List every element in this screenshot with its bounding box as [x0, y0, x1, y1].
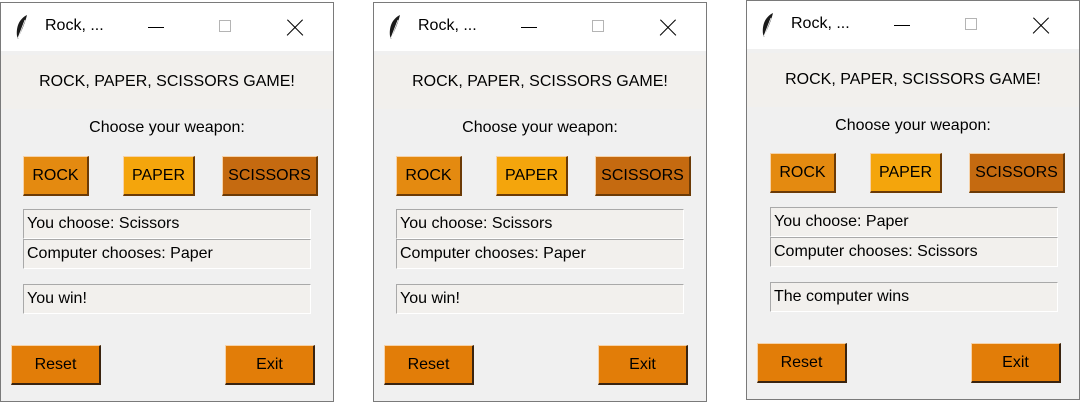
window-title: Rock, ...: [418, 17, 477, 34]
maximize-icon[interactable]: [562, 3, 632, 51]
window-title: Rock, ...: [791, 15, 850, 32]
minimize-icon[interactable]: [119, 3, 189, 51]
paper-button[interactable]: PAPER: [496, 156, 568, 196]
title-bar[interactable]: Rock, ...: [374, 3, 706, 51]
rock-button[interactable]: ROCK: [396, 156, 462, 196]
title-bar[interactable]: Rock, ...: [747, 1, 1079, 49]
close-icon[interactable]: [1007, 1, 1077, 49]
player-choice-field: You choose: Scissors: [396, 209, 684, 239]
result-field: The computer wins: [770, 282, 1058, 312]
weapon-prompt: Choose your weapon:: [835, 117, 991, 134]
heading-panel: ROCK, PAPER, SCISSORS GAME!: [374, 55, 706, 109]
game-heading: ROCK, PAPER, SCISSORS GAME!: [412, 73, 668, 90]
feather-icon: [16, 15, 27, 39]
scissors-button[interactable]: SCISSORS: [222, 156, 318, 196]
reset-button[interactable]: Reset: [384, 345, 474, 385]
game-heading: ROCK, PAPER, SCISSORS GAME!: [785, 71, 1041, 88]
scissors-button[interactable]: SCISSORS: [595, 156, 691, 196]
minimize-icon[interactable]: [492, 3, 562, 51]
maximize-icon[interactable]: [189, 3, 259, 51]
weapon-prompt: Choose your weapon:: [89, 119, 245, 136]
game-window-3: Rock, ... ROCK, PAPER, SCISSORS GAME! Ch…: [746, 0, 1080, 400]
weapon-prompt: Choose your weapon:: [462, 119, 618, 136]
exit-button[interactable]: Exit: [971, 343, 1061, 383]
close-icon[interactable]: [261, 3, 331, 51]
heading-panel: ROCK, PAPER, SCISSORS GAME!: [747, 53, 1079, 107]
scissors-button[interactable]: SCISSORS: [969, 153, 1065, 193]
feather-icon: [762, 13, 773, 37]
computer-choice-field: Computer chooses: Paper: [23, 239, 311, 269]
game-window-1: Rock, ... ROCK, PAPER, SCISSORS GAME! Ch…: [0, 2, 334, 402]
heading-panel: ROCK, PAPER, SCISSORS GAME!: [1, 55, 333, 109]
computer-choice-field: Computer chooses: Scissors: [770, 237, 1058, 267]
title-bar[interactable]: Rock, ...: [1, 3, 333, 51]
reset-button[interactable]: Reset: [757, 343, 847, 383]
player-choice-field: You choose: Scissors: [23, 209, 311, 239]
result-field: You win!: [396, 284, 684, 314]
close-icon[interactable]: [634, 3, 704, 51]
game-window-2: Rock, ... ROCK, PAPER, SCISSORS GAME! Ch…: [373, 2, 707, 402]
minimize-icon[interactable]: [865, 1, 935, 49]
result-field: You win!: [23, 284, 311, 314]
paper-button[interactable]: PAPER: [870, 153, 942, 193]
maximize-icon[interactable]: [935, 1, 1005, 49]
exit-button[interactable]: Exit: [225, 345, 315, 385]
player-choice-field: You choose: Paper: [770, 207, 1058, 237]
window-title: Rock, ...: [45, 17, 104, 34]
paper-button[interactable]: PAPER: [123, 156, 195, 196]
exit-button[interactable]: Exit: [598, 345, 688, 385]
game-heading: ROCK, PAPER, SCISSORS GAME!: [39, 73, 295, 90]
rock-button[interactable]: ROCK: [770, 153, 836, 193]
feather-icon: [389, 15, 400, 39]
reset-button[interactable]: Reset: [11, 345, 101, 385]
rock-button[interactable]: ROCK: [23, 156, 89, 196]
computer-choice-field: Computer chooses: Paper: [396, 239, 684, 269]
